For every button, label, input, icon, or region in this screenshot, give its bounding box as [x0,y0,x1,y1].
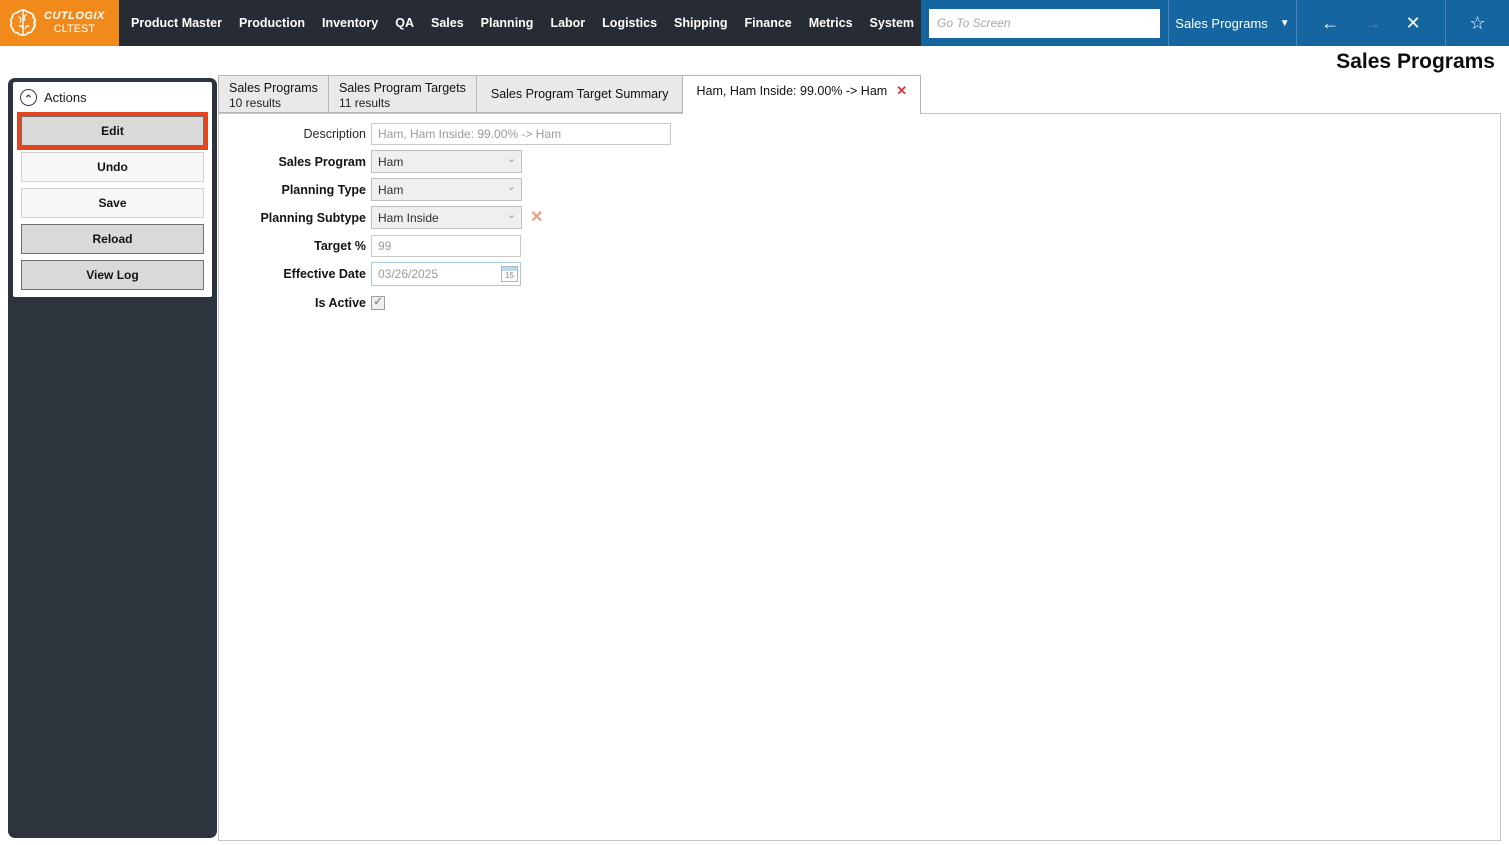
checkmark-icon: ✓ [373,296,383,308]
tab-title: Sales Program Target Summary [490,87,669,101]
favorite-section: ☆ [1446,0,1509,46]
calendar-icon[interactable]: 15 [501,266,518,282]
favorite-star-icon[interactable]: ☆ [1469,13,1485,34]
chevron-down-icon: ⌄ [506,153,516,165]
save-button[interactable]: Save [21,188,204,218]
nav-item-product-master[interactable]: Product Master [131,16,222,30]
brain-logo-icon [7,7,39,39]
form-row-description: Description [219,122,1500,145]
clear-selection-icon[interactable]: ✕ [530,209,543,226]
form-row-sales-program: Sales Program Ham ⌄ [219,150,1500,173]
brand-environment: CLTEST [53,23,96,35]
nav-item-qa[interactable]: QA [395,16,414,30]
chevron-down-icon: ⌄ [506,181,516,193]
tab-record-detail[interactable]: Ham, Ham Inside: 99.00% -> Ham ✕ [682,75,922,114]
calendar-day-label: 15 [505,271,514,280]
reload-button[interactable]: Reload [21,224,204,254]
effective-date-value: 03/26/2025 [378,267,439,281]
screen-select-value: Sales Programs [1175,15,1268,31]
tab-strip: Sales Programs 10 results Sales Program … [218,75,1501,114]
planning-subtype-value: Ham Inside [378,210,439,225]
form-row-target-percent: Target % [219,234,1500,257]
back-icon[interactable]: ← [1321,14,1339,32]
form-row-is-active: Is Active ✓ [219,291,1500,314]
tab-sales-program-target-summary[interactable]: Sales Program Target Summary [475,75,684,113]
nav-item-planning[interactable]: Planning [481,16,534,30]
form-row-planning-subtype: Planning Subtype Ham Inside ⌄ ✕ [219,206,1500,229]
planning-type-select[interactable]: Ham ⌄ [371,178,522,201]
record-form: Description Sales Program Ham ⌄ Planning… [219,114,1500,314]
effective-date-field[interactable]: 03/26/2025 15 [371,262,521,286]
nav-item-finance[interactable]: Finance [745,16,792,30]
screen-select-dropdown[interactable]: Sales Programs ▼ [1169,0,1297,46]
nav-item-system[interactable]: System [870,16,914,30]
history-controls: ← → ✕ [1297,0,1446,46]
tab-subtitle: 11 results [338,96,391,110]
goto-screen-input[interactable] [929,8,1160,38]
topbar-controls: Sales Programs ▼ ← → ✕ ☆ [921,0,1509,46]
brand-name: CUTLOGIX [44,10,105,22]
edit-button[interactable]: Edit [17,112,208,150]
goto-screen-section [921,0,1169,46]
planning-type-label: Planning Type [281,182,367,197]
nav-item-inventory[interactable]: Inventory [322,16,378,30]
forward-icon[interactable]: → [1363,14,1381,32]
tab-close-icon[interactable]: ✕ [896,83,907,99]
nav-item-logistics[interactable]: Logistics [602,16,657,30]
content-area: Sales Programs 10 results Sales Program … [218,75,1501,841]
top-bar: CUTLOGIX CLTEST Product Master Productio… [0,0,1509,46]
target-percent-field[interactable] [371,234,521,257]
chevron-down-icon: ▼ [1279,17,1290,29]
tab-title: Sales Programs [229,81,318,95]
close-screen-icon[interactable]: ✕ [1406,14,1421,32]
chevron-up-icon: ⌃ [24,93,33,105]
tab-title: Ham, Ham Inside: 99.00% -> Ham [696,84,888,98]
chevron-down-icon: ⌄ [506,209,516,221]
tab-subtitle: 10 results [229,96,282,110]
actions-header: ⌃ Actions [13,82,212,110]
nav-item-production[interactable]: Production [239,16,305,30]
planning-subtype-label: Planning Subtype [260,210,366,225]
nav-item-sales[interactable]: Sales [431,16,464,30]
description-label: Description [303,126,366,141]
nav-item-labor[interactable]: Labor [550,16,585,30]
form-row-effective-date: Effective Date 03/26/2025 15 [219,262,1500,286]
is-active-label: Is Active [315,295,366,310]
view-log-button[interactable]: View Log [21,260,204,290]
is-active-checkbox[interactable]: ✓ [371,295,385,310]
sales-program-value: Ham [378,154,404,169]
planning-type-value: Ham [378,182,404,197]
actions-title: Actions [44,90,87,105]
undo-button[interactable]: Undo [21,152,204,182]
actions-panel: ⌃ Actions Edit Undo Save Reload View Log [8,78,217,838]
collapse-panel-button[interactable]: ⌃ [20,89,37,106]
target-percent-label: Target % [314,238,366,253]
main-nav: Product Master Production Inventory QA S… [119,0,921,46]
nav-item-metrics[interactable]: Metrics [809,16,853,30]
page-title: Sales Programs [1336,50,1495,73]
description-field[interactable] [371,122,671,145]
tab-sales-program-targets[interactable]: Sales Program Targets 11 results [327,75,477,113]
sales-program-label: Sales Program [278,154,366,169]
sales-program-select[interactable]: Ham ⌄ [371,150,522,173]
tab-sales-programs[interactable]: Sales Programs 10 results [218,75,329,113]
form-row-planning-type: Planning Type Ham ⌄ [219,178,1500,201]
brand-logo[interactable]: CUTLOGIX CLTEST [0,0,119,46]
tab-title: Sales Program Targets [338,81,466,95]
record-detail-panel: Description Sales Program Ham ⌄ Planning… [218,113,1501,841]
nav-item-shipping[interactable]: Shipping [674,16,727,30]
actions-inner: ⌃ Actions Edit Undo Save Reload View Log [13,82,212,297]
effective-date-label: Effective Date [283,267,366,281]
planning-subtype-select[interactable]: Ham Inside ⌄ [371,206,522,229]
